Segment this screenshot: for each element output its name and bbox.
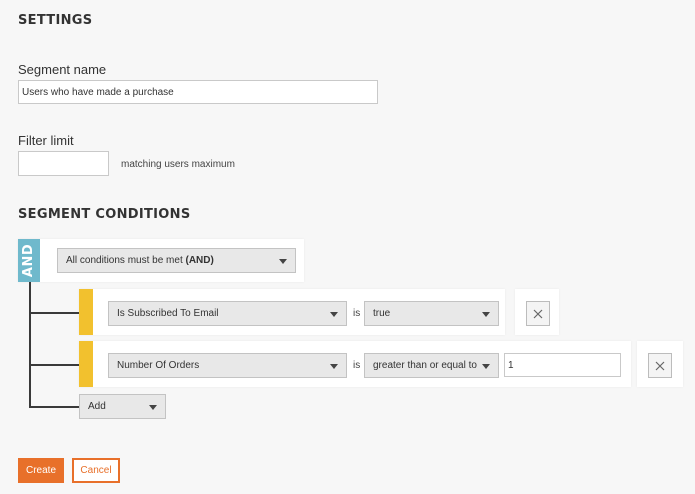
filter-limit-label: Filter limit (18, 133, 74, 148)
tree-branch-1 (29, 312, 79, 314)
chevron-down-icon (482, 363, 490, 369)
close-icon (655, 361, 665, 370)
filter-limit-input[interactable] (18, 151, 109, 176)
condition-operator-value: true (373, 308, 391, 319)
chevron-down-icon (279, 258, 287, 264)
condition-mode-select[interactable]: All conditions must be met (AND) (57, 248, 296, 273)
chevron-down-icon (149, 404, 157, 410)
condition-field-value: Is Subscribed To Email (117, 308, 219, 319)
remove-condition-button[interactable] (526, 301, 550, 326)
condition-row-marker (79, 341, 93, 387)
and-badge: AND (18, 239, 40, 282)
add-condition-label: Add (88, 401, 106, 412)
tree-branch-2 (29, 364, 79, 366)
segment-name-label: Segment name (18, 62, 107, 77)
cancel-button[interactable]: Cancel (72, 458, 120, 483)
filter-limit-suffix: matching users maximum (121, 159, 235, 170)
segment-name-input[interactable] (18, 80, 378, 104)
condition-operator-select[interactable]: true (364, 301, 499, 326)
tree-branch-add (29, 406, 79, 408)
create-button[interactable]: Create (18, 458, 64, 483)
condition-field-value: Number Of Orders (117, 360, 200, 371)
chevron-down-icon (330, 311, 338, 317)
condition-row-marker (79, 289, 93, 335)
condition-value-input[interactable] (504, 353, 621, 377)
condition-connector: is (353, 360, 361, 371)
chevron-down-icon (482, 311, 490, 317)
tree-vertical-line (29, 280, 31, 408)
close-icon (533, 309, 543, 318)
condition-operator-value: greater than or equal to (373, 360, 477, 371)
settings-heading: SETTINGS (18, 13, 93, 28)
condition-mode-text: All conditions must be met (AND) (66, 255, 214, 266)
remove-condition-button[interactable] (648, 353, 672, 378)
segment-conditions-heading: SEGMENT CONDITIONS (18, 207, 191, 222)
condition-field-select[interactable]: Is Subscribed To Email (108, 301, 347, 326)
condition-operator-select[interactable]: greater than or equal to (364, 353, 499, 378)
condition-connector: is (353, 308, 361, 319)
and-badge-label: AND (21, 243, 37, 278)
chevron-down-icon (330, 363, 338, 369)
add-condition-select[interactable]: Add (79, 394, 166, 419)
condition-field-select[interactable]: Number Of Orders (108, 353, 347, 378)
